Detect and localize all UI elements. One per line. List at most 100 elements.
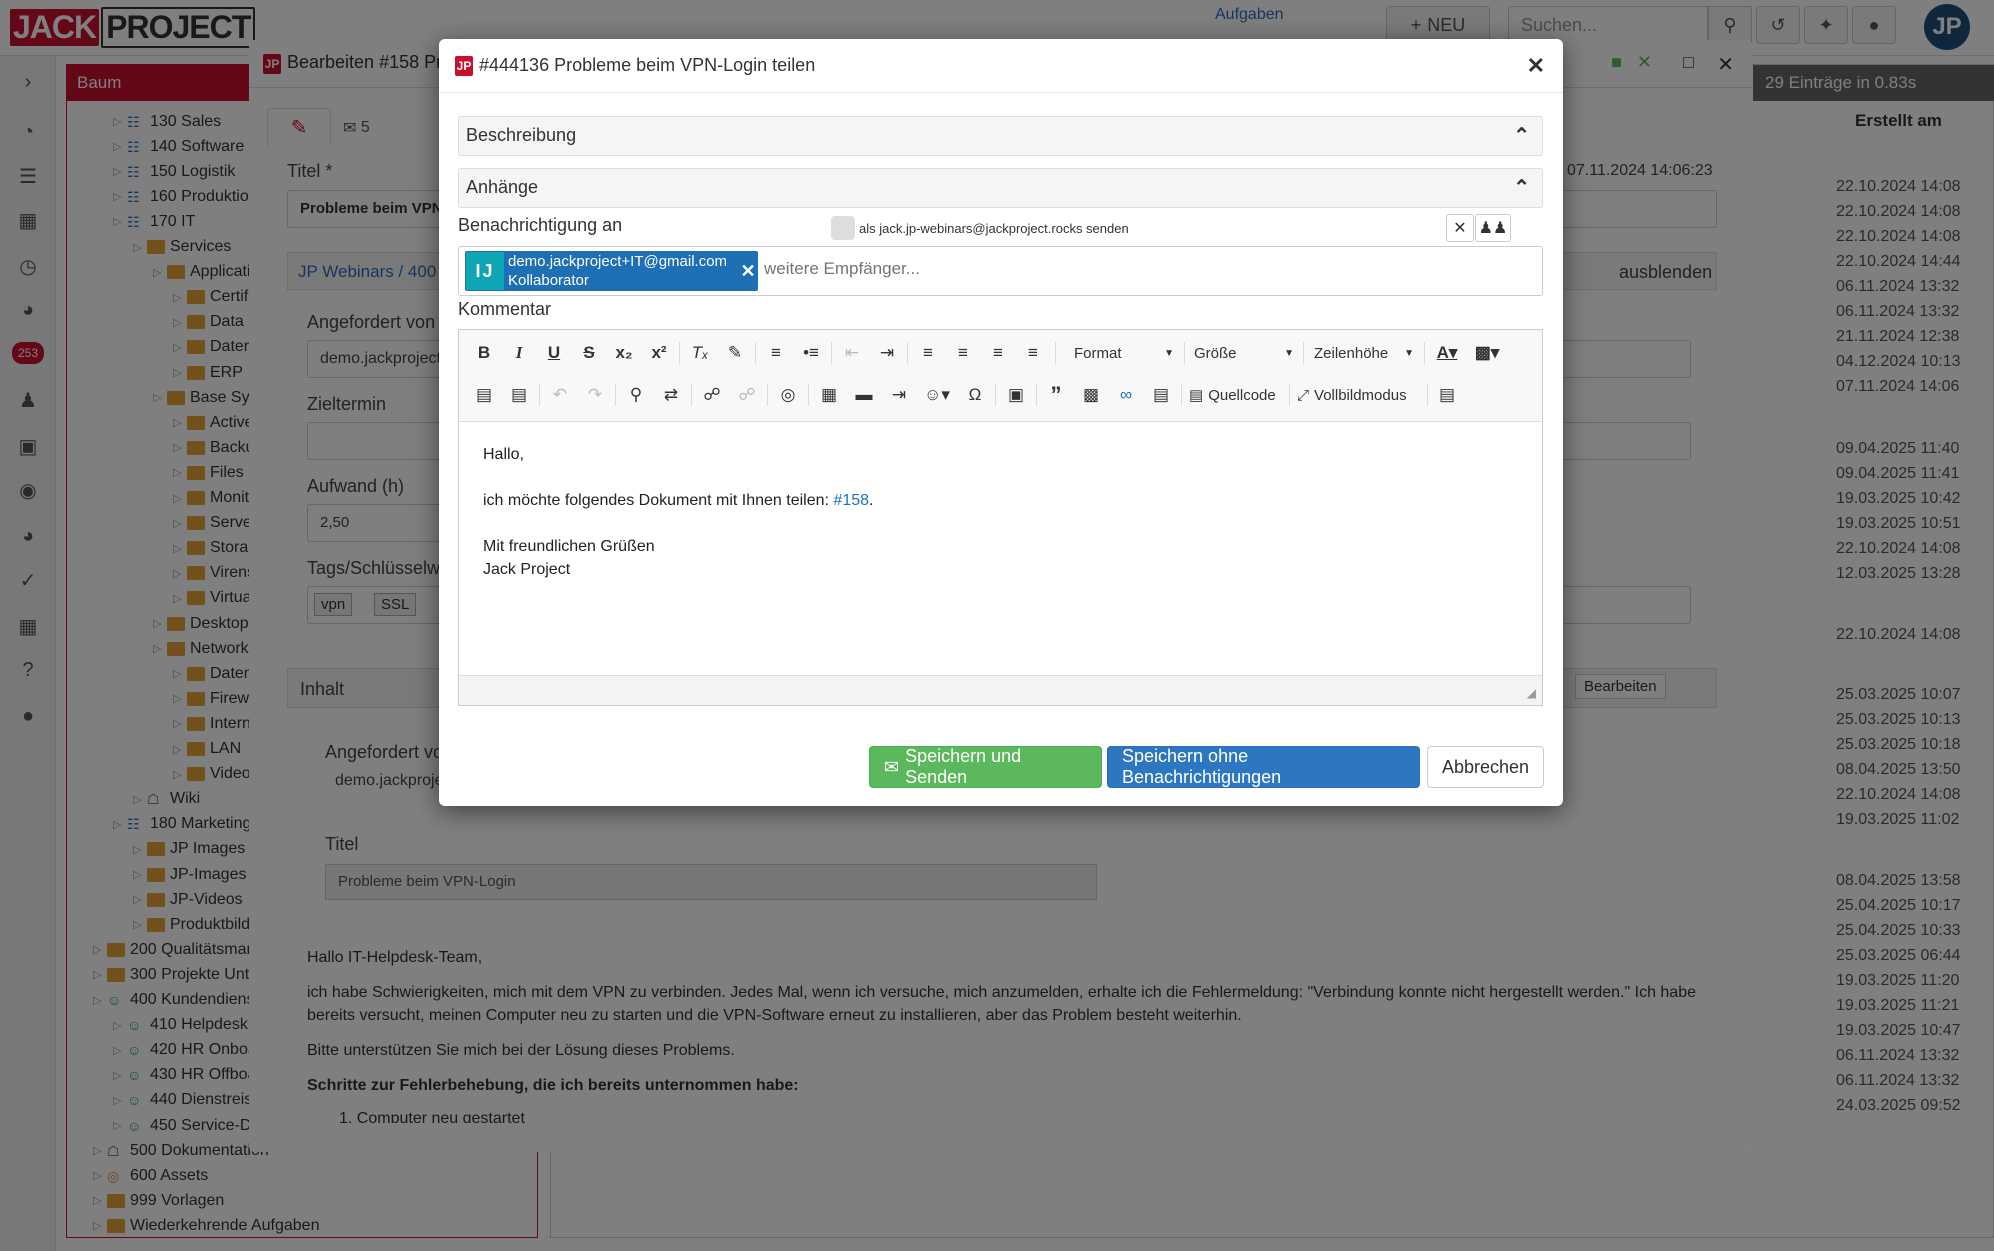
strikethrough-icon[interactable]: S (576, 339, 602, 367)
envelope-icon: ✉ (884, 756, 900, 777)
document-link[interactable]: #158 (833, 492, 869, 509)
page-break-icon[interactable]: ⇥ (886, 381, 912, 409)
toolbar-separator (679, 342, 680, 364)
comment-label: Kommentar (458, 299, 552, 319)
emoji-icon[interactable]: ☺▾ (921, 381, 953, 409)
toolbar-separator (767, 384, 768, 406)
clear-recipients-button[interactable]: ✕ (1446, 214, 1474, 242)
toolbar-separator (691, 384, 692, 406)
section-attachments[interactable]: Anhänge ⌃ (458, 168, 1543, 208)
editor-line: Hallo, (483, 446, 524, 463)
remove-recipient-icon[interactable]: ✕ (738, 261, 758, 282)
toolbar-separator (1181, 384, 1182, 406)
fullscreen-icon: ⤢ (1297, 386, 1310, 404)
clear-format-icon[interactable]: Tₓ (687, 339, 713, 367)
table-icon[interactable]: ▦ (816, 381, 842, 409)
recipients-field[interactable]: IJ demo.jackproject+IT@gmail.com Kollabo… (458, 246, 1543, 296)
close-icon: ✕ (1453, 220, 1467, 237)
recipient-search-input[interactable] (764, 259, 1264, 279)
toolbar-separator (808, 384, 809, 406)
editor-content[interactable]: Hallo, ich möchte folgendes Dokument mit… (483, 443, 1513, 581)
paste-icon[interactable]: ▤ (471, 381, 497, 409)
format-dropdown[interactable]: Format ▼ (1074, 339, 1174, 367)
bold-icon[interactable]: B (471, 339, 497, 367)
link-icon[interactable]: ☍ (699, 381, 725, 409)
ordered-list-icon[interactable]: ≡ (763, 339, 789, 367)
chevron-up-icon: ⌃ (1513, 177, 1530, 199)
editor-statusbar: ◢ (459, 675, 1542, 705)
indent-icon[interactable]: ⇥ (874, 339, 900, 367)
send-as-label: als jack.jp-webinars@jackproject.rocks s… (859, 220, 1129, 236)
size-dropdown[interactable]: Größe ▼ (1194, 339, 1294, 367)
fullscreen-label: Vollbildmodus (1314, 386, 1407, 404)
toolbar-separator (1427, 384, 1428, 406)
document-icon[interactable]: ▤ (1434, 381, 1460, 409)
source-code-button[interactable]: ▤ Quellcode (1189, 381, 1284, 409)
outdent-icon[interactable]: ⇤ (839, 339, 865, 367)
subscript-icon[interactable]: x₂ (611, 339, 637, 367)
cancel-button[interactable]: Abbrechen (1427, 746, 1544, 788)
paste-text-icon[interactable]: ▤ (506, 381, 532, 409)
toolbar-separator (1303, 342, 1304, 364)
special-char-icon[interactable]: Ω (962, 381, 988, 409)
globe-icon[interactable]: ◎ (775, 381, 801, 409)
source-code-label: Quellcode (1208, 386, 1276, 404)
add-group-button[interactable]: ♟♟ (1475, 214, 1511, 242)
send-as-option[interactable]: als jack.jp-webinars@jackproject.rocks s… (831, 216, 1129, 240)
caret-down-icon: ▼ (1404, 347, 1414, 359)
image-icon[interactable]: ▩ (1078, 381, 1104, 409)
close-icon[interactable]: ✕ (1527, 53, 1545, 79)
send-as-checkbox[interactable] (831, 216, 855, 240)
blockquote-icon[interactable]: ” (1043, 381, 1069, 409)
toolbar-separator (1036, 384, 1037, 406)
align-justify-icon[interactable]: ≡ (1020, 339, 1046, 367)
unlink-icon[interactable]: ☍ (734, 381, 760, 409)
line-height-dropdown-label: Zeilenhöhe (1314, 344, 1389, 362)
editor-toolbar: B I U S x₂ x² Tₓ ✎ ≡ •≡ ⇤ ⇥ ≡ ≡ ≡ ≡ Form… (459, 330, 1542, 422)
recipient-role: Kollaborator (508, 272, 589, 289)
find-icon[interactable]: ⚲ (623, 381, 649, 409)
recipient-tag[interactable]: IJ demo.jackproject+IT@gmail.com Kollabo… (465, 251, 758, 291)
toolbar-separator (907, 342, 908, 364)
modal-header: JP #444136 Probleme beim VPN-Login teile… (439, 39, 1563, 93)
jp-logo-icon: JP (455, 55, 473, 76)
paint-format-icon[interactable]: ✎ (722, 339, 748, 367)
bullet-list-icon[interactable]: •≡ (798, 339, 824, 367)
undo-icon[interactable]: ↶ (547, 381, 573, 409)
align-left-icon[interactable]: ≡ (915, 339, 941, 367)
source-code-icon: ▤ (1189, 387, 1204, 404)
fullscreen-button[interactable]: ⤢ Vollbildmodus (1297, 381, 1422, 409)
caret-down-icon: ▼ (1164, 347, 1174, 359)
background-color-icon[interactable]: ▩▾ (1471, 339, 1503, 367)
section-description[interactable]: Beschreibung ⌃ (458, 116, 1543, 156)
align-center-icon[interactable]: ≡ (950, 339, 976, 367)
editor-punctuation: . (869, 492, 874, 509)
line-height-dropdown[interactable]: Zeilenhöhe ▼ (1314, 339, 1414, 367)
toolbar-separator (615, 384, 616, 406)
redo-icon[interactable]: ↷ (582, 381, 608, 409)
toolbar-separator (539, 384, 540, 406)
horizontal-rule-icon[interactable]: ▬ (851, 381, 877, 409)
superscript-icon[interactable]: x² (646, 339, 672, 367)
underline-icon[interactable]: U (541, 339, 567, 367)
editor-line: ich möchte folgendes Dokument mit Ihnen … (483, 489, 1513, 512)
replace-icon[interactable]: ⇄ (658, 381, 684, 409)
toolbar-separator (831, 342, 832, 364)
save-and-send-button[interactable]: ✉ Speichern und Senden (869, 746, 1102, 788)
toolbar-separator (755, 342, 756, 364)
italic-icon[interactable]: I (506, 339, 532, 367)
resize-handle-icon[interactable]: ◢ (1527, 686, 1536, 700)
share-modal: JP #444136 Probleme beim VPN-Login teile… (439, 39, 1563, 806)
save-without-notification-button[interactable]: Speichern ohne Benachrichtigungen (1107, 746, 1420, 788)
toolbar-separator (1184, 342, 1185, 364)
align-right-icon[interactable]: ≡ (985, 339, 1011, 367)
users-icon: ♟♟ (1478, 220, 1508, 237)
section-attachments-label: Anhänge (466, 177, 539, 197)
insert-image-icon[interactable]: ▤ (1148, 381, 1174, 409)
template-icon[interactable]: ▣ (1003, 381, 1029, 409)
text-color-icon[interactable]: A▾ (1431, 339, 1463, 367)
save-and-send-label: Speichern und Senden (905, 746, 1022, 787)
anchor-link-icon[interactable]: ∞ (1113, 381, 1139, 409)
caret-down-icon: ▼ (1284, 347, 1294, 359)
toolbar-separator (995, 384, 996, 406)
